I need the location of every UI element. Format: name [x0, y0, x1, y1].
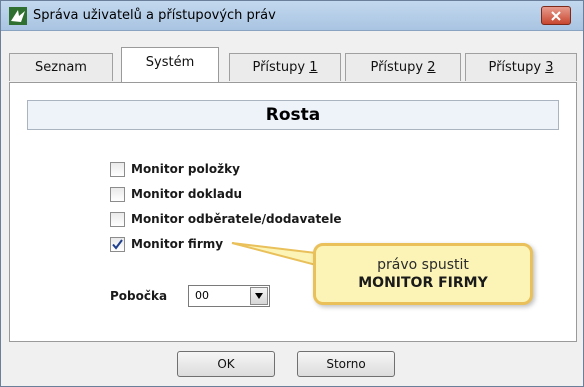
user-rights-dialog: Správa uživatelů a přístupových práv Sez… [0, 0, 584, 387]
tab-label: Seznam [35, 60, 87, 75]
branch-select-value: 00 [195, 289, 209, 302]
checkbox-checked[interactable] [110, 236, 125, 252]
checkbox-label: Monitor dokladu [131, 187, 243, 201]
close-button[interactable] [541, 6, 571, 25]
tab-accelerator: 1 [309, 60, 318, 75]
tab-pristupy-3[interactable]: Přístupy 3 [465, 53, 577, 81]
callout-highlight: MONITOR FIRMY [358, 275, 488, 291]
tab-strip: Seznam Systém Přístupy 1 Přístupy 2 Přís… [9, 47, 577, 83]
annotation-callout: právo spustit MONITOR FIRMY [313, 243, 533, 305]
tab-label: Systém [145, 55, 195, 70]
window-title: Správa uživatelů a přístupových práv [33, 8, 276, 23]
branch-label: Pobočka [110, 289, 168, 303]
chevron-down-icon [255, 293, 263, 299]
tab-label: Přístupy [488, 60, 546, 75]
checkbox-label: Monitor položky [131, 162, 240, 176]
user-name-header: Rosta [27, 100, 559, 130]
ok-button[interactable]: OK [177, 351, 275, 377]
branch-select[interactable]: 00 [188, 285, 270, 307]
tab-accelerator: 2 [427, 60, 436, 75]
app-logo-icon [9, 7, 27, 25]
dropdown-button[interactable] [250, 287, 268, 305]
checkbox-label: Monitor odběratele/dodavatele [131, 212, 342, 226]
permission-monitor-dokladu[interactable]: Monitor dokladu [110, 185, 242, 203]
checkbox[interactable] [110, 186, 125, 202]
checkbox-label: Monitor firmy [131, 237, 224, 251]
checkbox[interactable] [110, 161, 125, 177]
permission-monitor-odberatele[interactable]: Monitor odběratele/dodavatele [110, 210, 342, 228]
tab-pristupy-2[interactable]: Přístupy 2 [345, 53, 461, 81]
cancel-button[interactable]: Storno [297, 351, 395, 377]
checkmark-icon [112, 238, 123, 250]
close-icon [551, 10, 561, 21]
permission-monitor-firmy[interactable]: Monitor firmy [110, 235, 223, 253]
permission-monitor-polozky[interactable]: Monitor položky [110, 160, 240, 178]
callout-pointer [231, 242, 317, 267]
tab-label: Přístupy [252, 60, 310, 75]
tab-system[interactable]: Systém [121, 47, 219, 82]
tab-label: Přístupy [370, 60, 428, 75]
system-tab-panel: Rosta Monitor položky Monitor dokladu Mo… [9, 82, 577, 342]
tab-accelerator: 3 [545, 60, 554, 75]
checkbox[interactable] [110, 211, 125, 227]
callout-text: právo spustit [377, 257, 469, 273]
tab-pristupy-1[interactable]: Přístupy 1 [229, 53, 341, 81]
tab-seznam[interactable]: Seznam [9, 53, 113, 81]
title-bar[interactable]: Správa uživatelů a přístupových práv [1, 1, 583, 31]
